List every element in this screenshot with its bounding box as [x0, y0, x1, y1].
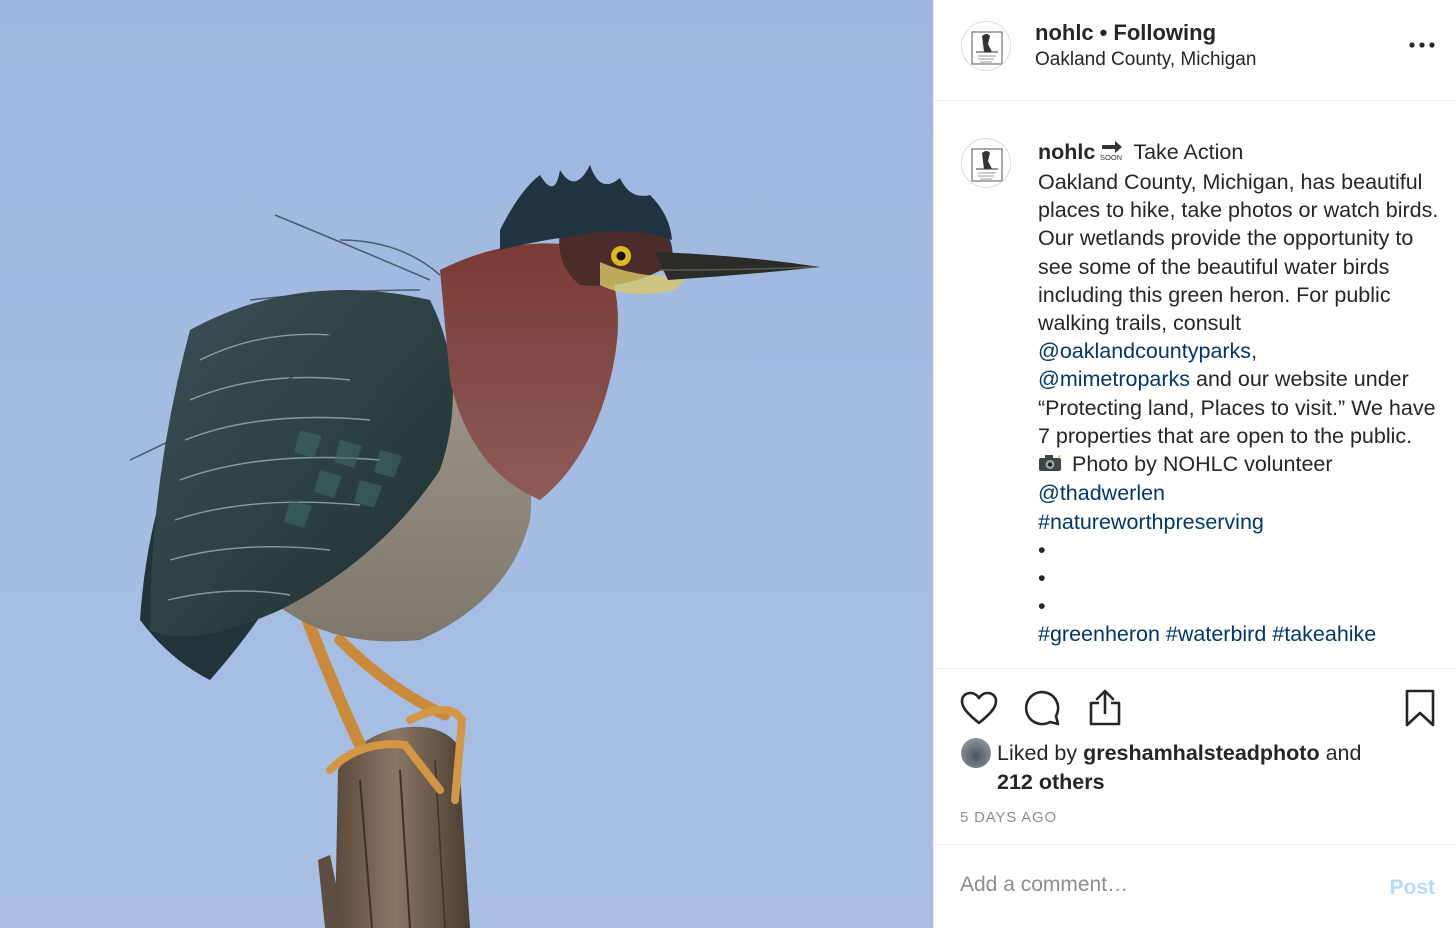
mention-thadwerlen[interactable]: @thadwerlen [1038, 481, 1165, 505]
caption-avatar[interactable] [961, 138, 1011, 188]
post-comment-button[interactable]: Post [1389, 876, 1435, 900]
share-button[interactable] [1084, 687, 1126, 729]
header-separator: • [1099, 20, 1108, 45]
likes-prefix: Liked by [997, 741, 1084, 765]
post-sidebar: nohlc • Following Oakland County, Michigan… [933, 0, 1456, 928]
caption-title: Take Action [1133, 140, 1244, 164]
hashtags-more[interactable]: #greenheron #waterbird #takeahike [1038, 622, 1376, 646]
caption-body-1: Oakland County, Michigan, has beautiful … [1038, 169, 1439, 335]
comment-button[interactable] [1021, 687, 1063, 729]
liker-avatar[interactable] [961, 738, 991, 768]
post-header: nohlc • Following Oakland County, Michigan [934, 0, 1456, 101]
post-location[interactable]: Oakland County, Michigan [1035, 49, 1256, 71]
caption-bullet: • [1038, 594, 1046, 619]
caption-username[interactable]: nohlc [1038, 140, 1095, 164]
liker-username[interactable]: greshamhalsteadphoto [1083, 741, 1320, 765]
post-timestamp[interactable]: 5 DAYS AGO [960, 809, 1057, 826]
camera-flash-icon [1038, 451, 1062, 479]
header-title: nohlc • Following [1035, 20, 1216, 46]
post-photo[interactable] [0, 0, 933, 928]
profile-avatar[interactable] [961, 21, 1011, 71]
more-horizontal-icon [1409, 42, 1435, 48]
caption-text: nohlc SOON Take Action Oakland County, Mic… [1038, 138, 1443, 649]
hashtag-natureworthpreserving[interactable]: #natureworthpreserving [1038, 510, 1264, 534]
header-username[interactable]: nohlc [1035, 20, 1094, 45]
nohlc-logo-icon [971, 148, 1003, 182]
caption-body-2: , [1251, 339, 1258, 364]
photo-credit: Photo by NOHLC volunteer [1072, 451, 1333, 476]
nohlc-logo-icon [971, 31, 1003, 65]
save-button[interactable] [1399, 687, 1441, 729]
caption-section: nohlc SOON Take Action Oakland County, Mic… [934, 102, 1456, 668]
likes-count[interactable]: 212 others [997, 770, 1105, 794]
follow-status[interactable]: Following [1113, 20, 1216, 45]
bookmark-icon [1405, 689, 1435, 727]
svg-text:SOON: SOON [1100, 153, 1122, 161]
comment-bar: Post [934, 844, 1456, 928]
likes-middle: and [1319, 741, 1362, 765]
heart-icon [960, 691, 998, 725]
mention-mimetroparks[interactable]: @mimetroparks [1038, 367, 1190, 391]
like-button[interactable] [958, 687, 1000, 729]
comment-icon [1024, 690, 1060, 726]
comment-input[interactable] [960, 873, 1360, 897]
more-options-button[interactable] [1407, 30, 1437, 60]
likes-summary: Liked by greshamhalsteadphoto and 212 ot… [997, 739, 1417, 796]
share-icon [1089, 689, 1121, 726]
soon-arrow-icon: SOON [1099, 139, 1125, 168]
caption-bullet: • [1038, 537, 1046, 562]
post-actions: Liked by greshamhalsteadphoto and 212 ot… [934, 668, 1456, 844]
mention-oaklandcountyparks[interactable]: @oaklandcountyparks [1038, 339, 1251, 363]
green-heron-image [129, 165, 820, 928]
caption-bullet: • [1038, 565, 1046, 590]
